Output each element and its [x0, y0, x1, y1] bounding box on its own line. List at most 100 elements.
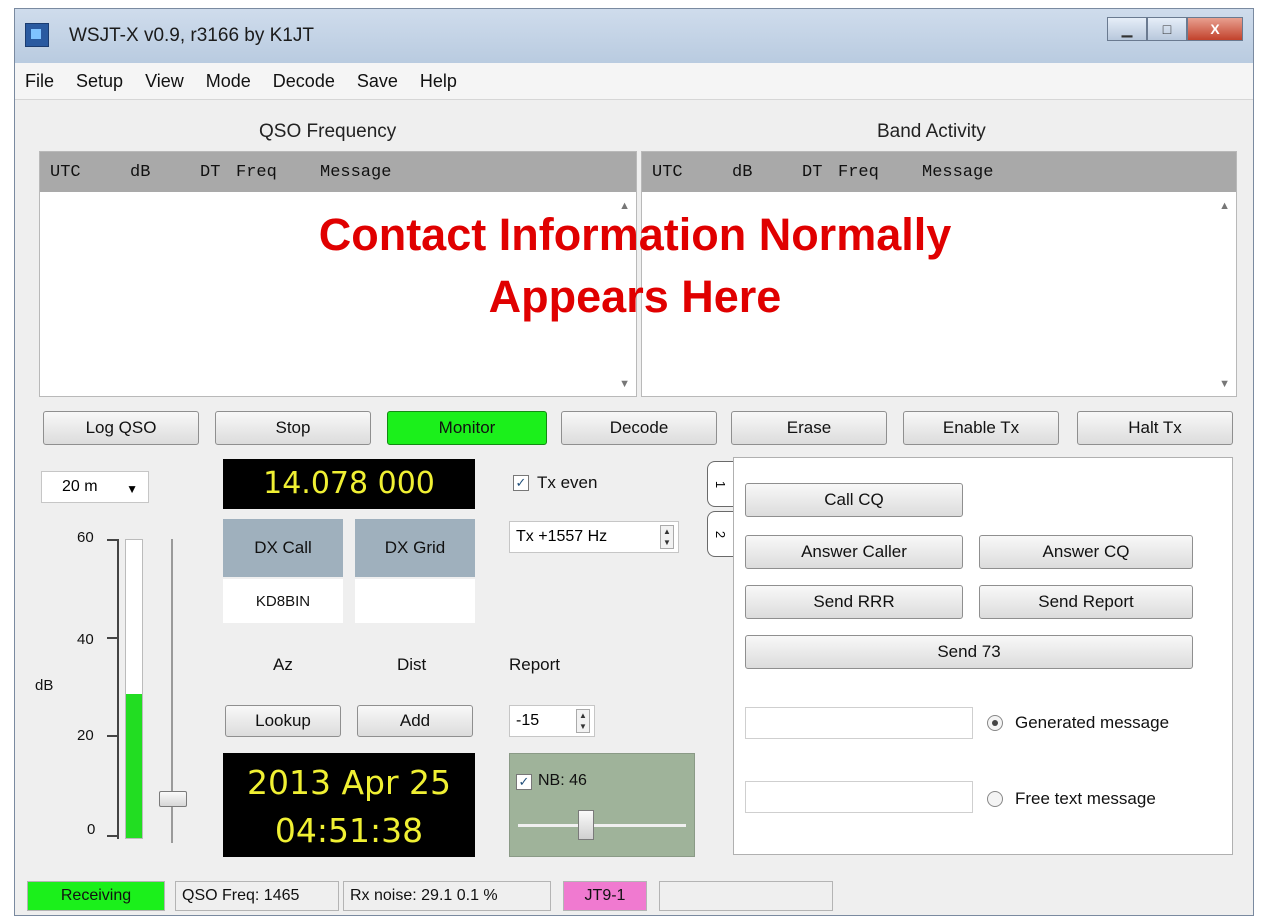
generated-message-label: Generated message — [1015, 713, 1170, 732]
band-select[interactable]: 20 m ▼ — [41, 471, 149, 503]
lookup-button[interactable]: Lookup — [225, 705, 341, 737]
app-icon — [25, 23, 49, 47]
tx-frequency-value: Tx +1557 Hz — [516, 528, 608, 545]
col-db: dB — [732, 162, 753, 182]
wsjtx-window: WSJT-X v0.9, r3166 by K1JT ▁ □ X File Se… — [14, 8, 1254, 916]
send-report-button[interactable]: Send Report — [979, 585, 1193, 619]
menu-file[interactable]: File — [15, 71, 66, 92]
free-text-message-radio[interactable] — [987, 791, 1003, 807]
report-spinbox[interactable]: -15 ▲ ▼ — [509, 705, 595, 737]
col-db: dB — [130, 162, 151, 182]
window-controls: ▁ □ X — [1107, 17, 1243, 41]
menu-setup[interactable]: Setup — [66, 71, 135, 92]
menu-save[interactable]: Save — [347, 71, 410, 92]
meter-major-tick — [107, 735, 117, 737]
az-label: Az — [273, 655, 293, 674]
clock-display: 2013 Apr 25 04:51:38 — [223, 753, 475, 857]
free-text-message-field[interactable] — [745, 781, 973, 813]
band-panel-header: UTC dB DT Freq Message — [642, 152, 1236, 192]
nb-checkbox[interactable]: ✓ — [516, 774, 532, 790]
meter-major-tick — [107, 637, 117, 639]
col-freq: Freq — [236, 162, 277, 182]
band-activity-title: Band Activity — [877, 121, 986, 142]
menu-help[interactable]: Help — [410, 71, 469, 92]
send-rrr-button[interactable]: Send RRR — [745, 585, 963, 619]
meter-axis-label: dB — [35, 677, 54, 694]
signal-level-meter — [125, 539, 143, 839]
qso-freq-status: QSO Freq: 1465 — [175, 881, 339, 911]
close-button[interactable]: X — [1187, 17, 1243, 41]
add-button[interactable]: Add — [357, 705, 473, 737]
decode-button[interactable]: Decode — [561, 411, 717, 445]
dx-grid-label: DX Grid — [355, 519, 475, 577]
scroll-down-icon[interactable]: ▼ — [1219, 378, 1230, 390]
dx-call-field[interactable]: KD8BIN — [223, 579, 343, 623]
meter-tick-40: 40 — [77, 631, 94, 648]
tx-even-checkbox[interactable]: ✓ — [513, 475, 529, 491]
band-value: 20 m — [62, 478, 98, 495]
overlay-line-1: Contact Information Normally — [318, 209, 952, 260]
meter-major-tick — [107, 835, 117, 837]
halt-tx-button[interactable]: Halt Tx — [1077, 411, 1233, 445]
window-title: WSJT-X v0.9, r3166 by K1JT — [69, 25, 314, 46]
menu-bar: File Setup View Mode Decode Save Help — [15, 63, 1253, 100]
status-empty-field — [659, 881, 833, 911]
nb-label: NB: 46 — [538, 772, 587, 789]
col-utc: UTC — [50, 162, 81, 182]
tx-frequency-spinbox[interactable]: Tx +1557 Hz ▲ ▼ — [509, 521, 679, 553]
chevron-down-icon: ▼ — [126, 482, 138, 496]
report-value: -15 — [516, 712, 540, 729]
tab-1[interactable]: 1 — [707, 461, 733, 507]
monitor-button[interactable]: Monitor — [387, 411, 547, 445]
nb-slider-handle[interactable] — [578, 810, 594, 840]
title-bar: WSJT-X v0.9, r3166 by K1JT ▁ □ X — [15, 9, 1253, 63]
generated-message-radio[interactable] — [987, 715, 1003, 731]
stop-button[interactable]: Stop — [215, 411, 371, 445]
qso-frequency-title: QSO Frequency — [259, 121, 397, 142]
receiving-status: Receiving — [27, 881, 165, 911]
tab-1-label: 1 — [712, 480, 728, 488]
scroll-down-icon[interactable]: ▼ — [619, 378, 630, 390]
answer-cq-button[interactable]: Answer CQ — [979, 535, 1193, 569]
meter-tick-20: 20 — [77, 727, 94, 744]
spin-arrows-icon[interactable]: ▲ ▼ — [660, 525, 674, 549]
meter-axis — [117, 539, 119, 839]
send-73-button[interactable]: Send 73 — [745, 635, 1193, 669]
call-cq-button[interactable]: Call CQ — [745, 483, 963, 517]
menu-decode[interactable]: Decode — [263, 71, 347, 92]
answer-caller-button[interactable]: Answer Caller — [745, 535, 963, 569]
meter-major-tick — [107, 539, 117, 541]
erase-button[interactable]: Erase — [731, 411, 887, 445]
meter-tick-60: 60 — [77, 529, 94, 546]
col-dt: DT — [802, 162, 823, 182]
rx-noise-status: Rx noise: 29.1 0.1 % — [343, 881, 551, 911]
col-message: Message — [320, 162, 392, 182]
maximize-button[interactable]: □ — [1147, 17, 1187, 41]
clock-date: 2013 Apr 25 — [246, 763, 452, 802]
tab-2-label: 2 — [712, 530, 728, 538]
enable-tx-button[interactable]: Enable Tx — [903, 411, 1059, 445]
minimize-button[interactable]: ▁ — [1107, 17, 1147, 41]
menu-mode[interactable]: Mode — [196, 71, 263, 92]
col-dt: DT — [200, 162, 221, 182]
meter-tick-0: 0 — [87, 821, 96, 838]
mode-badge: JT9-1 — [563, 881, 647, 911]
status-bar: Receiving QSO Freq: 1465 Rx noise: 29.1 … — [15, 877, 1253, 913]
dx-grid-field[interactable] — [355, 579, 475, 623]
generated-message-field[interactable] — [745, 707, 973, 739]
rx-level-slider-handle[interactable] — [159, 791, 187, 807]
tab-2[interactable]: 2 — [707, 511, 733, 557]
qso-panel-header: UTC dB DT Freq Message — [40, 152, 636, 192]
col-utc: UTC — [652, 162, 683, 182]
menu-view[interactable]: View — [135, 71, 196, 92]
col-message: Message — [922, 162, 994, 182]
spin-arrows-icon[interactable]: ▲ ▼ — [576, 709, 590, 733]
noise-blanker-group: ✓ NB: 46 — [509, 753, 695, 857]
log-qso-button[interactable]: Log QSO — [43, 411, 199, 445]
tx-even-label: Tx even — [537, 473, 598, 492]
frequency-display: 14.078 000 — [223, 459, 475, 509]
overlay-line-2: Appears Here — [488, 271, 782, 322]
clock-time: 04:51:38 — [274, 811, 424, 850]
dx-call-label: DX Call — [223, 519, 343, 577]
dist-label: Dist — [397, 655, 427, 674]
